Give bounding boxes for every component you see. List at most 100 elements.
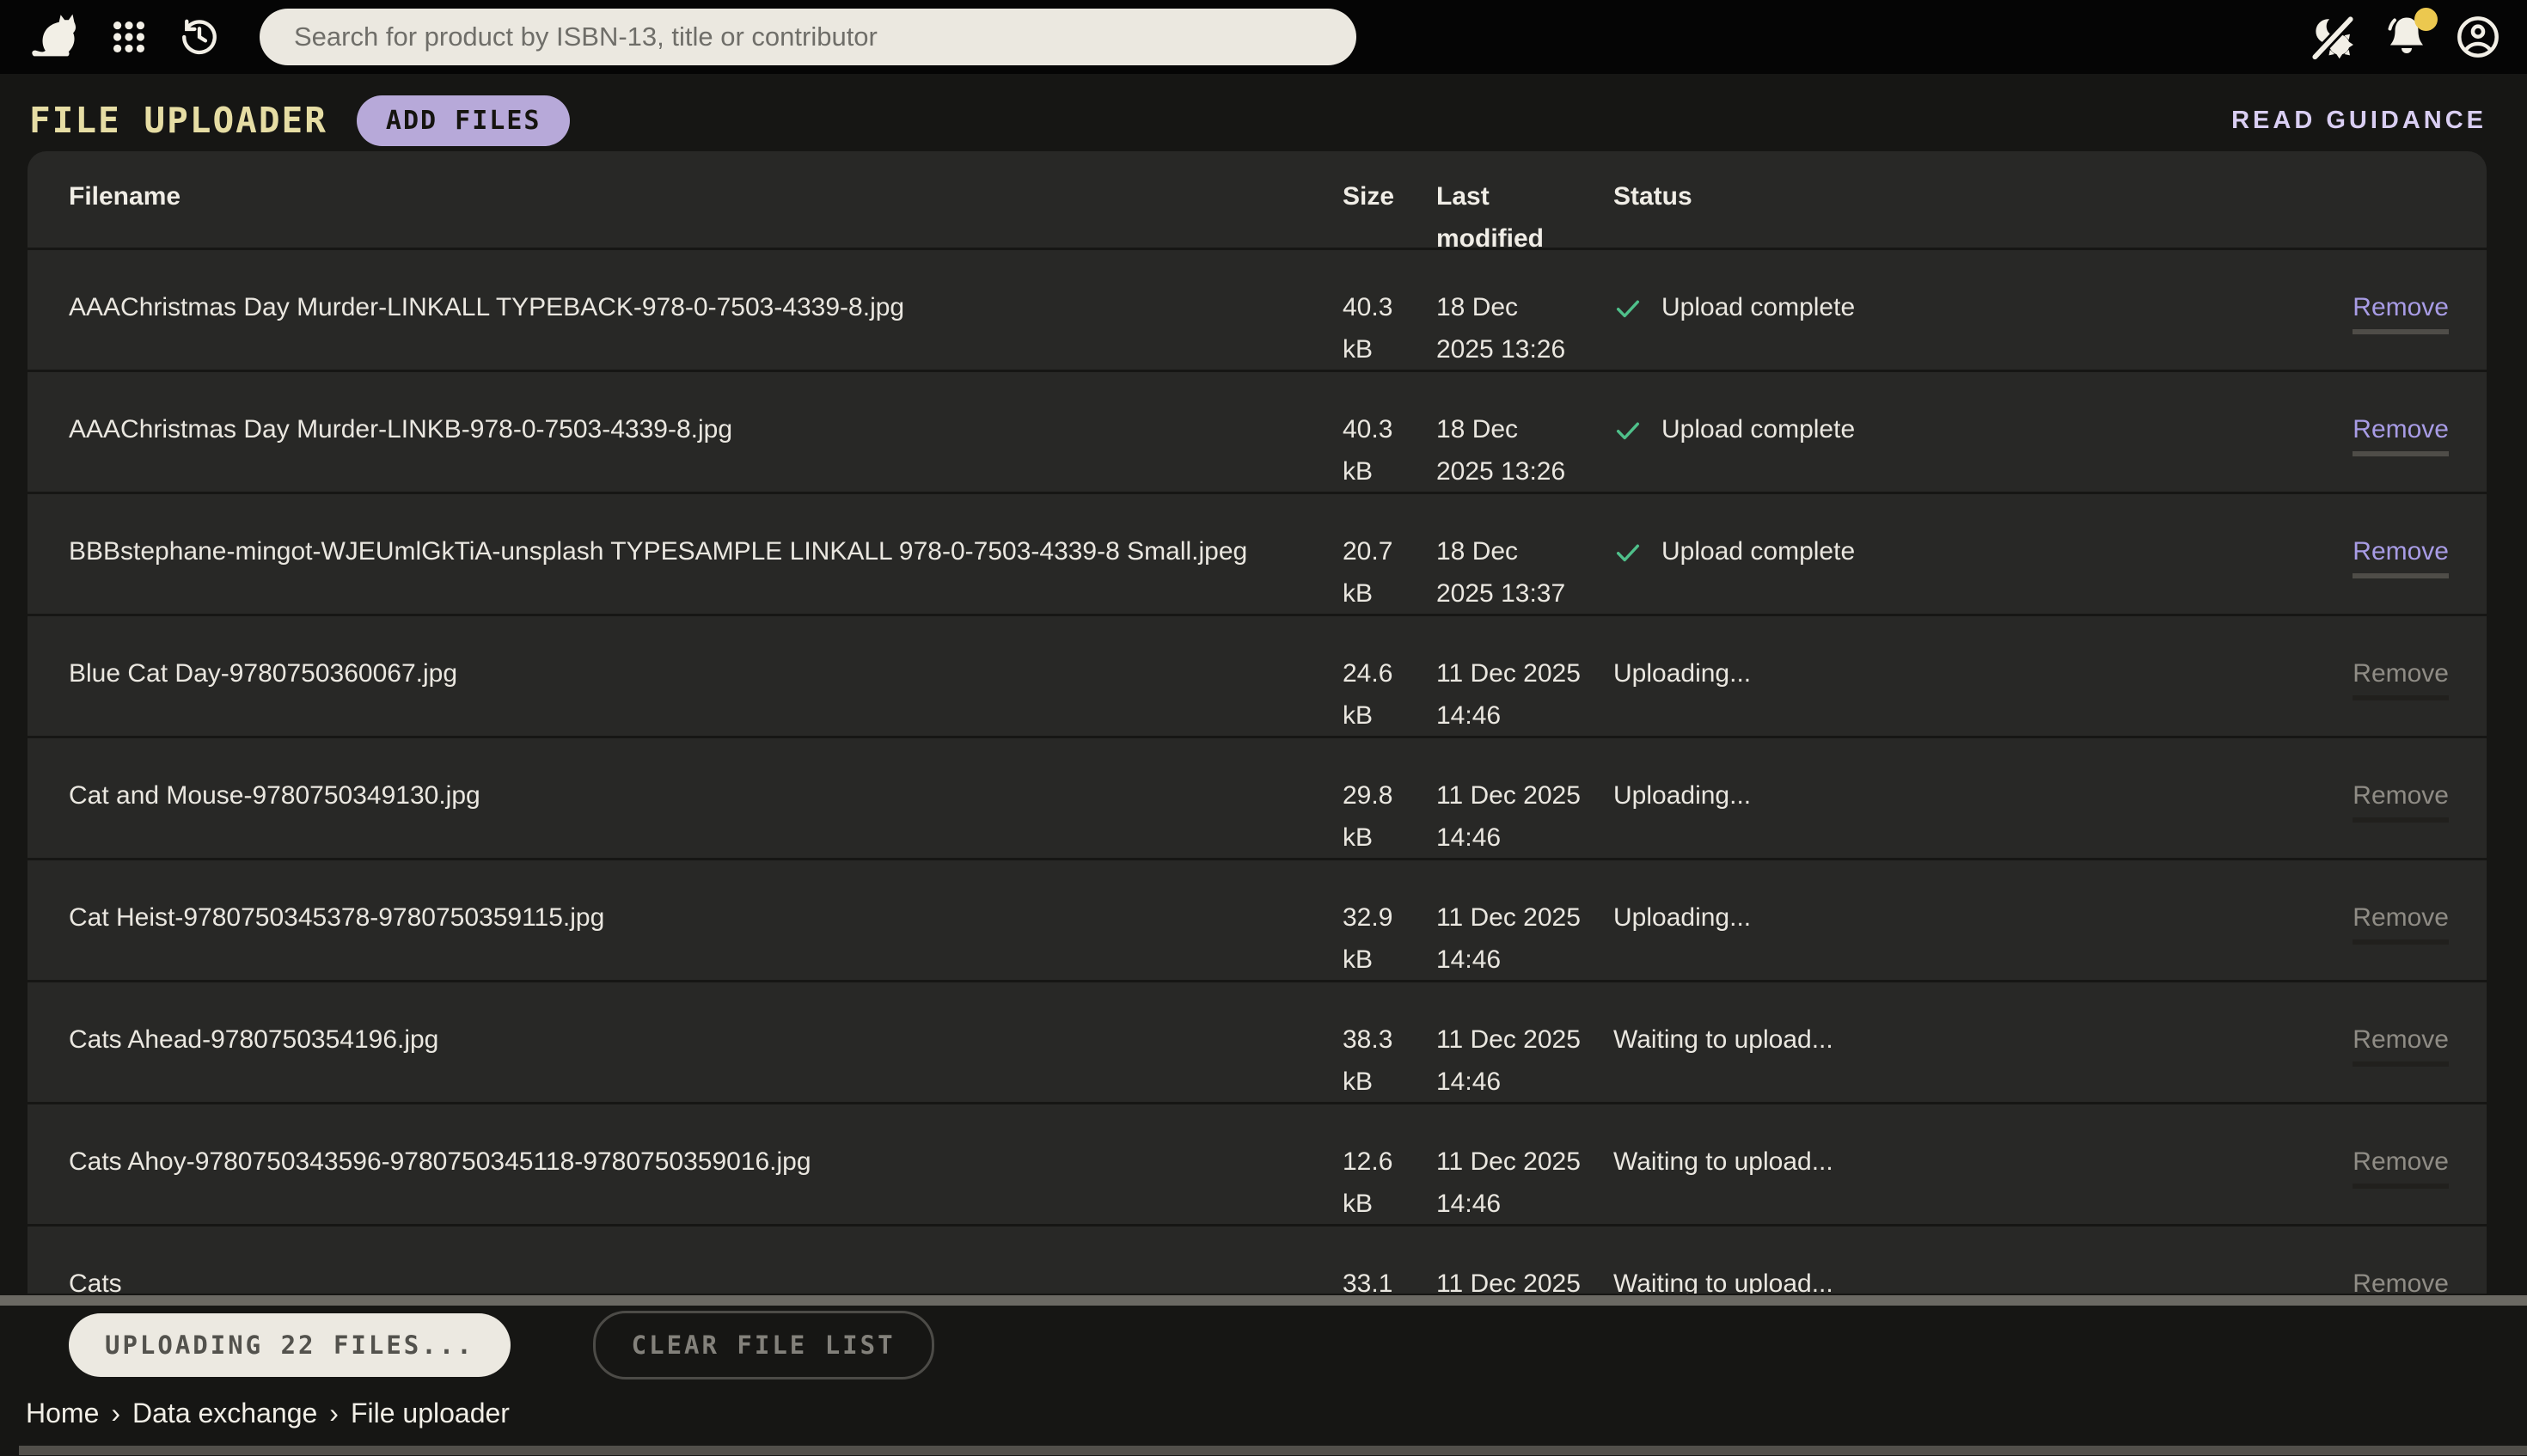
uploading-files-button[interactable]: UPLOADING 22 FILES... — [69, 1313, 511, 1377]
status-cell: Upload complete — [1613, 372, 2236, 492]
history-icon[interactable] — [175, 13, 223, 61]
modified-line: 14:46 — [1436, 1183, 1613, 1225]
theme-toggle-icon[interactable] — [2305, 9, 2360, 64]
column-header-status: Status — [1613, 151, 2236, 260]
table-row: Cats Ahead-9780750354196.jpg38.3 kB11 De… — [28, 982, 2487, 1104]
last-modified-cell: 18 Dec2025 13:26 — [1436, 250, 1613, 370]
modified-line: 18 Dec — [1436, 286, 1613, 328]
table-horizontal-scrollbar[interactable] — [0, 1295, 2527, 1306]
modified-line: 11 Dec 2025 — [1436, 896, 1613, 939]
breadcrumb-separator: › — [111, 1398, 120, 1429]
filename-cell: Cats — [69, 1227, 1343, 1294]
remove-cell: Remove — [2236, 738, 2449, 859]
remove-link[interactable]: Remove — [2353, 414, 2449, 456]
modified-line: 11 Dec 2025 — [1436, 1263, 1613, 1294]
column-header-empty — [2236, 151, 2449, 260]
search-input[interactable] — [260, 9, 1356, 65]
remove-cell: Remove — [2236, 982, 2449, 1103]
notification-badge — [2414, 8, 2438, 31]
breadcrumb-item-data-exchange[interactable]: Data exchange — [132, 1398, 317, 1429]
apps-grid-icon[interactable] — [107, 15, 151, 59]
remove-cell: Remove — [2236, 250, 2449, 370]
breadcrumb-item-home[interactable]: Home — [26, 1398, 99, 1429]
remove-cell: Remove — [2236, 616, 2449, 737]
size-cell: 12.6 kB — [1343, 1104, 1436, 1225]
last-modified-cell: 11 Dec 202514:46 — [1436, 860, 1613, 981]
filename-cell: BBBstephane-mingot-WJEUmlGkTiA-unsplash … — [69, 494, 1343, 615]
table-row: Cats Ahoy-9780750343596-9780750345118-97… — [28, 1104, 2487, 1227]
account-icon[interactable] — [2453, 12, 2503, 62]
remove-link[interactable]: Remove — [2353, 536, 2449, 578]
file-table: FilenameSizeLastmodifiedStatus AAAChrist… — [28, 151, 2487, 1294]
modified-line: 14:46 — [1436, 939, 1613, 981]
filename-cell: Blue Cat Day-9780750360067.jpg — [69, 616, 1343, 737]
modified-line: 11 Dec 2025 — [1436, 1141, 1613, 1183]
size-cell: 20.7 kB — [1343, 494, 1436, 615]
page-header: FILE UPLOADER ADD FILES READ GUIDANCE — [29, 89, 2487, 151]
breadcrumb-item-file-uploader: File uploader — [351, 1398, 510, 1429]
remove-cell: Remove — [2236, 494, 2449, 615]
header-line: Last — [1436, 175, 1613, 217]
page-title: FILE UPLOADER — [29, 100, 327, 141]
modified-line: 14:46 — [1436, 694, 1613, 737]
table-row: Cat and Mouse-9780750349130.jpg29.8 kB11… — [28, 738, 2487, 860]
remove-link[interactable]: Remove — [2353, 902, 2449, 945]
filename-cell: Cat Heist-9780750345378-9780750359115.jp… — [69, 860, 1343, 981]
status-text: Uploading... — [1613, 774, 1751, 817]
last-modified-cell: 18 Dec2025 13:26 — [1436, 372, 1613, 492]
modified-line: 2025 13:26 — [1436, 450, 1613, 492]
page-horizontal-scrollbar[interactable] — [19, 1446, 2527, 1455]
size-cell: 33.1 kB — [1343, 1227, 1436, 1294]
remove-link[interactable]: Remove — [2353, 1147, 2449, 1189]
status-text: Uploading... — [1613, 652, 1751, 694]
filename-cell: Cats Ahead-9780750354196.jpg — [69, 982, 1343, 1103]
clear-file-list-button[interactable]: CLEAR FILE LIST — [593, 1311, 934, 1380]
modified-line: 18 Dec — [1436, 408, 1613, 450]
last-modified-cell: 18 Dec2025 13:37 — [1436, 494, 1613, 615]
cat-logo-icon[interactable] — [26, 9, 88, 65]
remove-link[interactable]: Remove — [2353, 1025, 2449, 1067]
modified-line: 2025 13:37 — [1436, 572, 1613, 615]
size-cell: 24.6 kB — [1343, 616, 1436, 737]
table-row: Cat Heist-9780750345378-9780750359115.jp… — [28, 860, 2487, 982]
last-modified-cell: 11 Dec 202514:46 — [1436, 1104, 1613, 1225]
remove-cell: Remove — [2236, 1227, 2449, 1294]
read-guidance-link[interactable]: READ GUIDANCE — [2231, 107, 2487, 135]
check-icon — [1613, 538, 1643, 567]
table-row: BBBstephane-mingot-WJEUmlGkTiA-unsplash … — [28, 494, 2487, 616]
add-files-button[interactable]: ADD FILES — [357, 95, 571, 146]
remove-link[interactable]: Remove — [2353, 1269, 2449, 1294]
size-cell: 40.3 kB — [1343, 250, 1436, 370]
size-cell: 32.9 kB — [1343, 860, 1436, 981]
status-text: Upload complete — [1661, 286, 1855, 328]
size-cell: 40.3 kB — [1343, 372, 1436, 492]
modified-line: 14:46 — [1436, 1061, 1613, 1103]
status-cell: Waiting to upload... — [1613, 1227, 2236, 1294]
cat-silhouette — [29, 12, 84, 62]
breadcrumb: Home›Data exchange›File uploader — [26, 1398, 510, 1429]
modified-line: 14:46 — [1436, 817, 1613, 859]
status-cell: Upload complete — [1613, 250, 2236, 370]
last-modified-cell: 11 Dec 202514:46 — [1436, 982, 1613, 1103]
remove-link[interactable]: Remove — [2353, 658, 2449, 700]
status-cell: Uploading... — [1613, 616, 2236, 737]
modified-line: 11 Dec 2025 — [1436, 652, 1613, 694]
file-table-body: AAAChristmas Day Murder-LINKALL TYPEBACK… — [28, 250, 2487, 1294]
last-modified-cell: 11 Dec 202514:46 — [1436, 616, 1613, 737]
status-cell: Upload complete — [1613, 494, 2236, 615]
column-header-filename: Filename — [69, 151, 1343, 260]
filename-cell: AAAChristmas Day Murder-LINKB-978-0-7503… — [69, 372, 1343, 492]
status-text: Upload complete — [1661, 530, 1855, 572]
modified-line: 2025 13:26 — [1436, 328, 1613, 370]
filename-cell: AAAChristmas Day Murder-LINKALL TYPEBACK… — [69, 250, 1343, 370]
modified-line: 18 Dec — [1436, 530, 1613, 572]
remove-cell: Remove — [2236, 372, 2449, 492]
remove-link[interactable]: Remove — [2353, 780, 2449, 823]
table-row: Cats33.1 kB11 Dec 202514:46Waiting to up… — [28, 1227, 2487, 1294]
size-cell: 38.3 kB — [1343, 982, 1436, 1103]
remove-link[interactable]: Remove — [2353, 292, 2449, 334]
status-cell: Waiting to upload... — [1613, 982, 2236, 1103]
remove-cell: Remove — [2236, 1104, 2449, 1225]
column-header-size: Size — [1343, 151, 1436, 260]
filename-cell: Cat and Mouse-9780750349130.jpg — [69, 738, 1343, 859]
